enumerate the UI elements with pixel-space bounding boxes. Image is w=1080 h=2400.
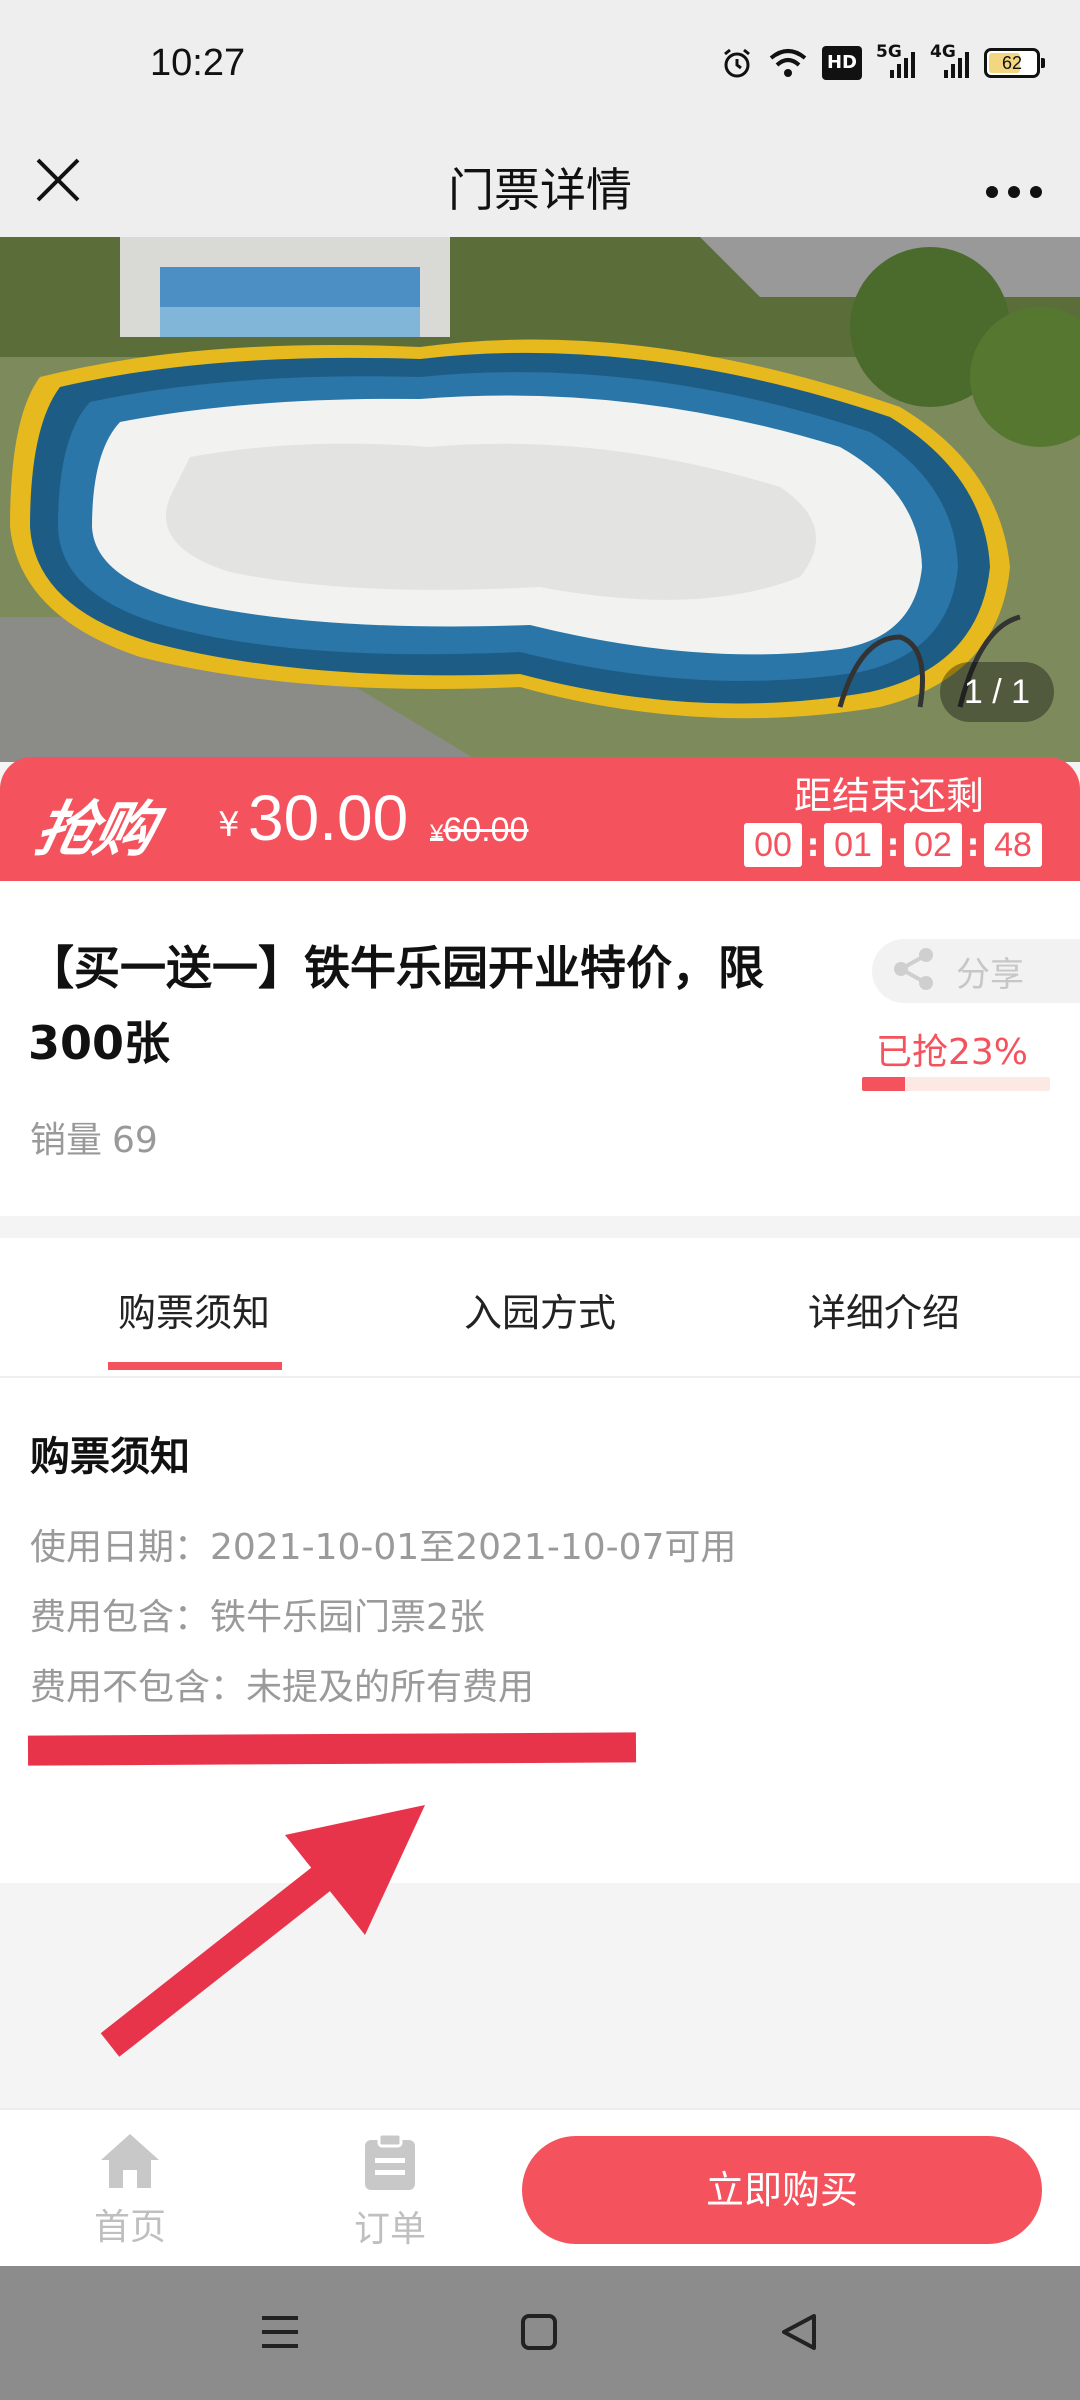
countdown-separator: : (966, 826, 980, 864)
detail-tabs: 购票须知 入园方式 详细介绍 (0, 1238, 1080, 1378)
grabbed-percent: 已抢23% (875, 1032, 1028, 1073)
nav-bar: 门票详情 (0, 130, 1080, 237)
annotation-underline (27, 1732, 637, 1766)
signal-5g-label: 5G (876, 42, 902, 62)
status-icons: HD 5G 4G 62 (720, 42, 1045, 80)
original-price-value: 60.00 (443, 811, 529, 849)
hd-icon: HD (821, 46, 862, 80)
notice-fee-included: 费用包含：铁牛乐园门票2张 (30, 1597, 485, 1638)
share-icon (892, 947, 936, 995)
countdown-minutes: 02 (904, 823, 962, 867)
tab-entry-method[interactable]: 入园方式 (410, 1282, 670, 1337)
price-currency: ¥ (218, 805, 240, 845)
original-price-currency: ¥ (430, 820, 444, 847)
tab-purchase-notice[interactable]: 购票须知 (64, 1282, 324, 1337)
buy-now-button[interactable]: 立即购买 (522, 2136, 1042, 2244)
home-square-icon[interactable] (510, 2308, 570, 2358)
battery-level: 62 (1001, 53, 1023, 73)
home-tab[interactable]: 首页 (60, 2132, 200, 2250)
countdown-label: 距结束还剩 (793, 774, 984, 818)
countdown-timer: 00 : 01 : 02 : 48 (744, 823, 1042, 867)
flash-sale-logo: 抢购 (29, 795, 161, 865)
grabbed-progress (862, 1077, 1050, 1091)
countdown-days: 00 (744, 823, 802, 867)
order-label: 订单 (353, 2209, 426, 2250)
sales-label: 销量 (30, 1120, 103, 1161)
countdown-separator: : (886, 826, 900, 864)
system-nav-bar (0, 2266, 1080, 2400)
sales-count: 销量 69 (30, 1111, 158, 1163)
grabbed-progress-fill (862, 1077, 906, 1091)
notice-usage-date: 使用日期：2021-10-01至2021-10-07可用 (30, 1527, 737, 1568)
wifi-icon (768, 46, 808, 80)
banner-image[interactable]: 1 / 1 (0, 237, 1080, 762)
flash-sale-bar: 抢购 ¥ 30.00 ¥60.00 距结束还剩 00 : 01 : 02 : 4… (0, 757, 1080, 881)
more-icon[interactable] (978, 150, 1050, 214)
page-title: 门票详情 (448, 163, 632, 217)
sale-price: 30.00 (248, 782, 409, 854)
share-button[interactable]: 分享 (872, 939, 1080, 1003)
product-info: 【买一送一】铁牛乐园开业特价，限300张 销量 69 分享 已抢23% (0, 881, 1080, 1216)
countdown-separator: : (806, 826, 820, 864)
home-label: 首页 (93, 2207, 166, 2248)
countdown-hours: 01 (824, 823, 882, 867)
annotation-arrow-icon (100, 1805, 425, 2057)
product-title: 【买一送一】铁牛乐园开业特价，限300张 (28, 941, 764, 1070)
status-time: 10:27 (150, 42, 246, 84)
active-tab-indicator (108, 1362, 282, 1370)
status-bar: 10:27 HD 5G 4G 62 (0, 0, 1080, 130)
page-indicator: 1 / 1 (940, 662, 1054, 722)
notice-heading: 购票须知 (30, 1434, 190, 1480)
countdown-seconds: 48 (984, 823, 1042, 867)
bottom-bar: 首页 订单 立即购买 (0, 2108, 1080, 2266)
battery-icon: 62 (984, 48, 1045, 78)
signal-4g-label: 4G (930, 42, 956, 62)
home-icon (99, 2134, 161, 2194)
park-photo (0, 237, 1080, 762)
tab-details[interactable]: 详细介绍 (754, 1282, 1014, 1337)
back-triangle-icon[interactable] (770, 2308, 830, 2358)
original-price: ¥60.00 (430, 811, 528, 850)
notice-fee-excluded: 费用不包含：未提及的所有费用 (30, 1667, 535, 1708)
alarm-icon (720, 46, 754, 80)
menu-icon[interactable] (252, 2308, 312, 2358)
signal-5g-icon: 5G (876, 42, 916, 80)
sales-value: 69 (112, 1120, 158, 1161)
share-label: 分享 (956, 954, 1024, 995)
signal-4g-icon: 4G (930, 42, 970, 80)
order-clipboard-icon (363, 2132, 417, 2196)
order-tab[interactable]: 订单 (320, 2132, 460, 2252)
